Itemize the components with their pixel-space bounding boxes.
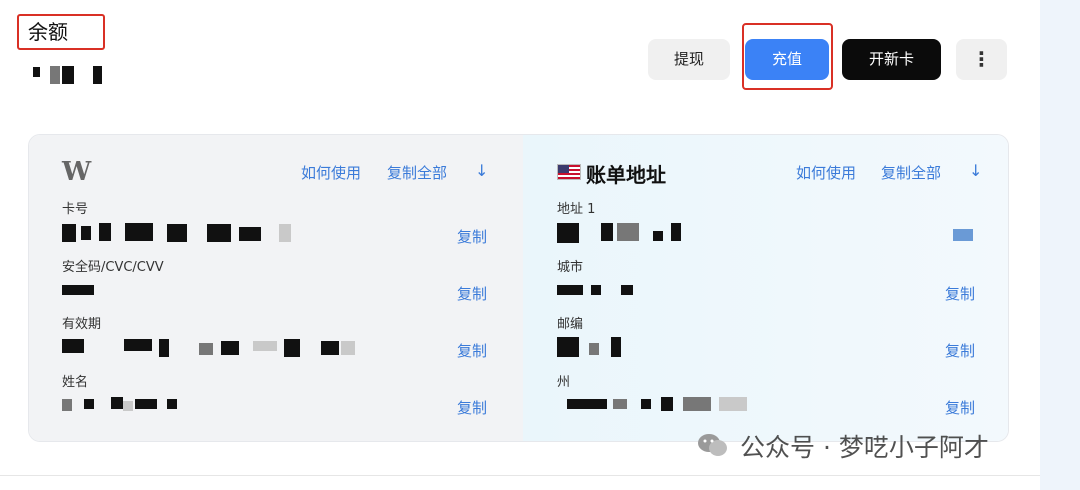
card-info-panel: W 如何使用 复制全部 ↓ 卡号 复制 安全码/CVC/CVV 复制 有效期 复… [29, 135, 523, 441]
card-download-icon[interactable]: ↓ [475, 161, 488, 180]
city-copy-button[interactable]: 复制 [945, 283, 975, 304]
state-label: 州 [557, 375, 571, 390]
name-copy-button[interactable]: 复制 [457, 397, 487, 418]
zip-label: 邮编 [557, 317, 584, 332]
us-flag-icon [557, 164, 581, 180]
billing-copy-all-link[interactable]: 复制全部 [881, 162, 941, 183]
cvv-label: 安全码/CVC/CVV [62, 260, 164, 275]
billing-download-icon[interactable]: ↓ [969, 161, 982, 180]
withdraw-button[interactable]: 提现 [648, 39, 730, 80]
page: 余额 提现 充值 开新卡 ⋮ W 如何使用 复制全部 ↓ 卡号 复制 安全码/C… [0, 0, 1080, 490]
card-number-copy-button[interactable]: 复制 [457, 226, 487, 247]
zip-copy-button[interactable]: 复制 [945, 340, 975, 361]
balance-label: 余额 [17, 14, 105, 50]
more-options-button[interactable]: ⋮ [956, 39, 1007, 80]
expiry-copy-button[interactable]: 复制 [457, 340, 487, 361]
cvv-copy-button[interactable]: 复制 [457, 283, 487, 304]
address1-label: 地址 1 [557, 202, 596, 217]
name-label: 姓名 [62, 375, 89, 390]
city-label: 城市 [557, 260, 584, 275]
expiry-label: 有效期 [62, 317, 102, 332]
card-number-label: 卡号 [62, 202, 89, 217]
card-copy-all-link[interactable]: 复制全部 [387, 162, 447, 183]
card-details-container: W 如何使用 复制全部 ↓ 卡号 复制 安全码/CVC/CVV 复制 有效期 复… [28, 134, 1009, 442]
card-how-to-use-link[interactable]: 如何使用 [301, 162, 361, 183]
billing-address-panel: 账单地址 如何使用 复制全部 ↓ 地址 1 城市 复制 邮编 复制 州 复制 [523, 135, 1008, 441]
state-copy-button[interactable]: 复制 [945, 397, 975, 418]
new-card-button[interactable]: 开新卡 [842, 39, 941, 80]
billing-how-to-use-link[interactable]: 如何使用 [796, 162, 856, 183]
billing-address-title: 账单地址 [586, 163, 666, 187]
watermark-text: 公众号 · 梦呓小子阿才 [740, 433, 989, 462]
wechat-icon [698, 434, 727, 456]
topup-button[interactable]: 充值 [745, 39, 829, 80]
card-brand-logo: W [62, 157, 92, 187]
right-side-strip [1040, 0, 1080, 490]
bottom-divider [0, 475, 1040, 476]
